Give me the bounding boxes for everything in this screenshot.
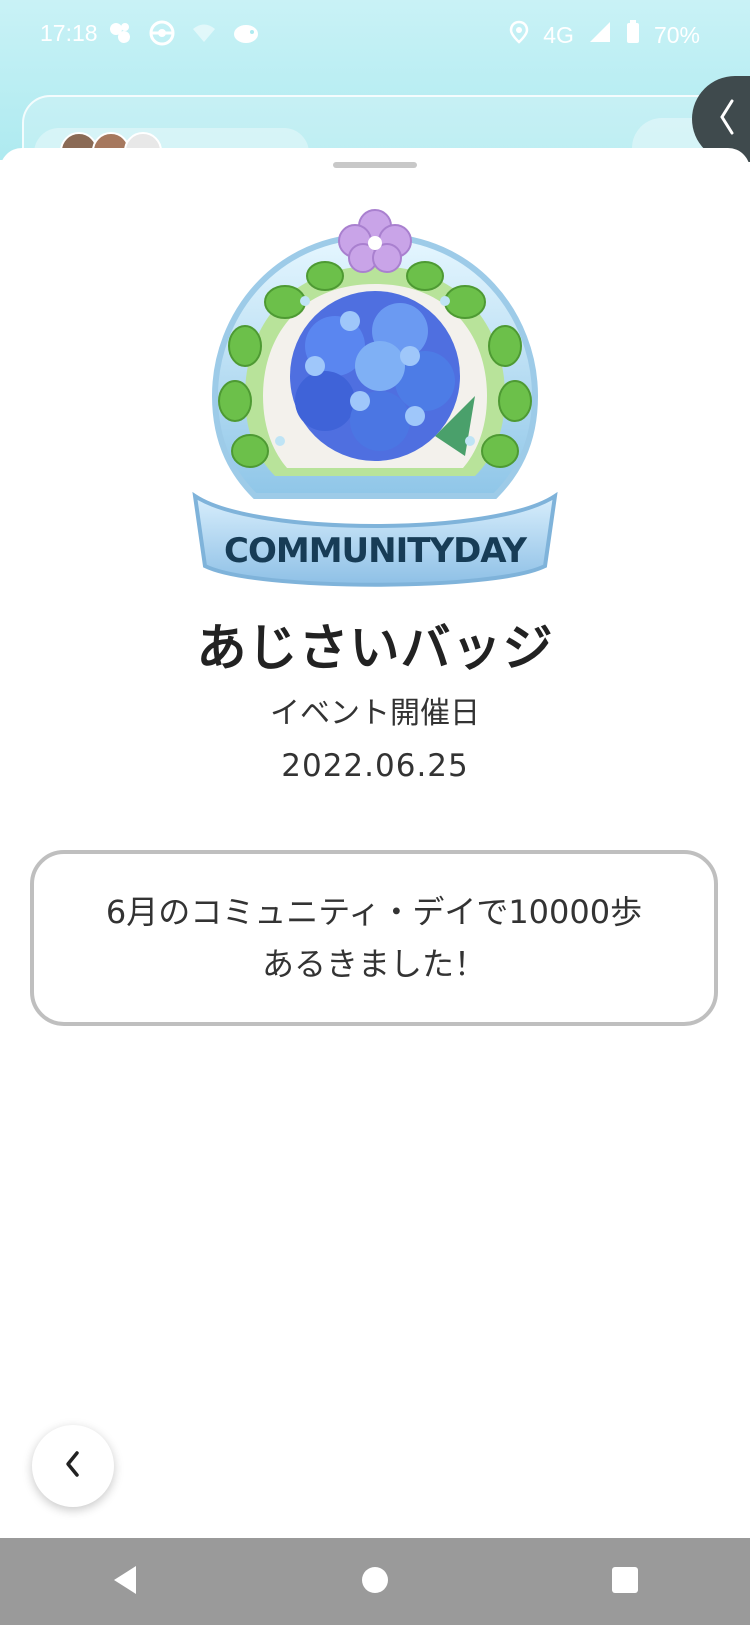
back-button[interactable] <box>32 1425 114 1507</box>
location-icon <box>509 20 529 50</box>
recents-square-icon <box>610 1565 640 1599</box>
hydrangea-badge-image: COMMUNITYDAY <box>175 196 575 596</box>
battery-percent: 70% <box>653 21 700 48</box>
system-navigation-bar <box>0 1538 750 1625</box>
badge-message-line1: 6月のコミュニティ・デイで10000歩 <box>105 893 643 931</box>
event-date: 2022.06.25 <box>281 748 469 784</box>
badge-message-line2: あるきました！ <box>261 945 486 983</box>
nav-recents-button[interactable] <box>595 1552 655 1612</box>
badge-title: あじさいバッジ <box>196 619 554 677</box>
status-system-indicators: 4G 70% <box>509 20 700 50</box>
home-circle-icon <box>360 1565 390 1599</box>
wifi-off-icon <box>189 18 219 48</box>
status-notification-icons <box>105 18 261 48</box>
back-triangle-icon <box>110 1564 140 1600</box>
chevron-left-icon <box>62 1449 84 1483</box>
network-type: 4G <box>543 21 574 48</box>
pokemon-app-icon <box>105 18 135 48</box>
sheet-grabber[interactable] <box>333 162 417 168</box>
app-notification-icon <box>231 18 261 48</box>
badge-detail-sheet: COMMUNITYDAY あじさいバッジ イベント開催日 2022.06.25 … <box>0 148 750 1538</box>
nav-back-button[interactable] <box>95 1552 155 1612</box>
chevron-left-icon <box>716 97 738 141</box>
badge-ribbon-text: COMMUNITYDAY <box>224 531 527 571</box>
status-time: 17:18 <box>40 20 98 46</box>
badge-message-box: 6月のコミュニティ・デイで10000歩 あるきました！ <box>30 850 718 1026</box>
signal-icon <box>588 20 612 50</box>
status-bar: 17:18 4G 70% <box>0 0 750 70</box>
event-date-label: イベント開催日 <box>270 696 480 731</box>
nav-home-button[interactable] <box>345 1552 405 1612</box>
pokeball-icon <box>147 18 177 48</box>
battery-icon <box>626 20 640 50</box>
